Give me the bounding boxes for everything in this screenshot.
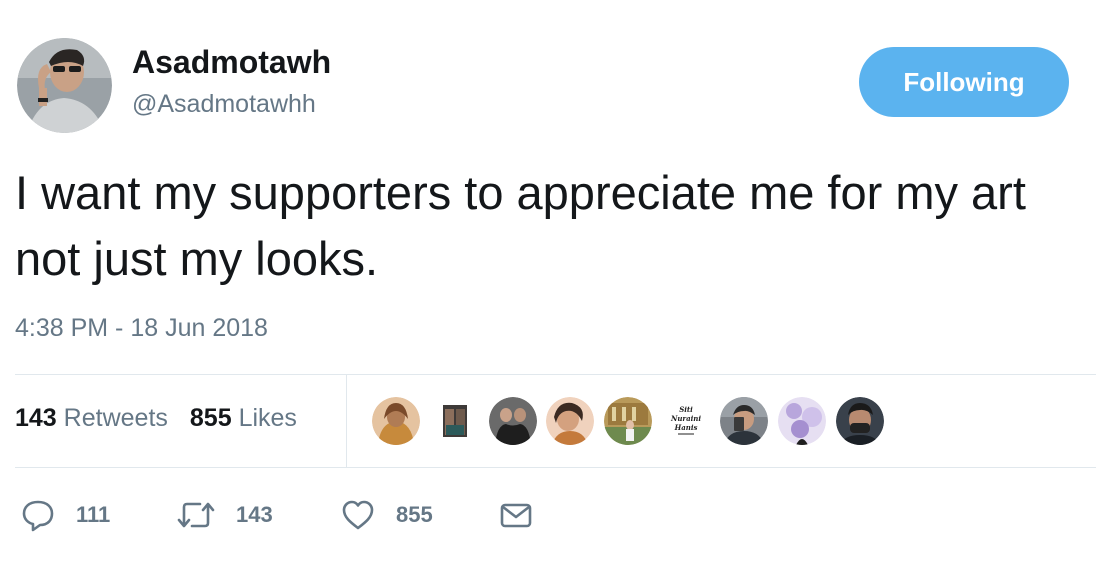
tweet-text: I want my supporters to appreciate me fo…	[15, 166, 1026, 285]
svg-text:Nuraini: Nuraini	[670, 414, 701, 423]
likes-label: Likes	[238, 404, 297, 432]
tweet-timestamp[interactable]: 4:38 PM - 18 Jun 2018	[15, 314, 268, 343]
liker-avatar-1[interactable]	[372, 397, 420, 445]
divider	[15, 467, 1096, 468]
liker-avatar-6[interactable]: Siti Nuraini Hanis	[662, 397, 710, 445]
display-name[interactable]: Asadmotawh	[132, 44, 331, 81]
liker-avatar-2[interactable]	[433, 399, 477, 443]
retweets-label: Retweets	[63, 404, 168, 432]
reply-count: 111	[76, 502, 111, 527]
divider	[15, 374, 1096, 375]
retweet-count: 143	[236, 502, 273, 527]
liker-avatar-3[interactable]	[489, 397, 537, 445]
liker-avatar-5[interactable]	[604, 397, 652, 445]
direct-message-button[interactable]	[498, 497, 534, 533]
reply-button[interactable]: 111	[20, 497, 110, 533]
like-button[interactable]: 855	[340, 497, 433, 533]
heart-icon	[340, 497, 376, 533]
like-count: 855	[396, 502, 433, 527]
likes-count: 855	[189, 404, 232, 432]
likes-stat[interactable]: 855 Likes	[190, 404, 297, 432]
user-handle[interactable]: @Asadmotawhh	[132, 90, 316, 119]
svg-text:Hanis: Hanis	[674, 423, 698, 432]
retweets-count: 143	[15, 404, 57, 432]
liker-avatar-7[interactable]	[720, 397, 768, 445]
liker-avatar-4[interactable]	[546, 397, 594, 445]
tweet-stats: 143 Retweets 855 Likes	[15, 404, 297, 433]
liker-avatar-9[interactable]	[836, 397, 884, 445]
retweet-icon	[176, 497, 216, 533]
following-button[interactable]: Following	[859, 47, 1069, 117]
reply-icon	[20, 497, 56, 533]
avatar[interactable]	[17, 38, 112, 133]
retweets-stat[interactable]: 143 Retweets	[15, 404, 168, 432]
retweet-button[interactable]: 143	[176, 497, 273, 533]
svg-text:Siti: Siti	[679, 405, 693, 414]
liker-avatar-8[interactable]	[778, 397, 826, 445]
direct-message-icon	[498, 497, 534, 533]
divider	[346, 375, 347, 467]
